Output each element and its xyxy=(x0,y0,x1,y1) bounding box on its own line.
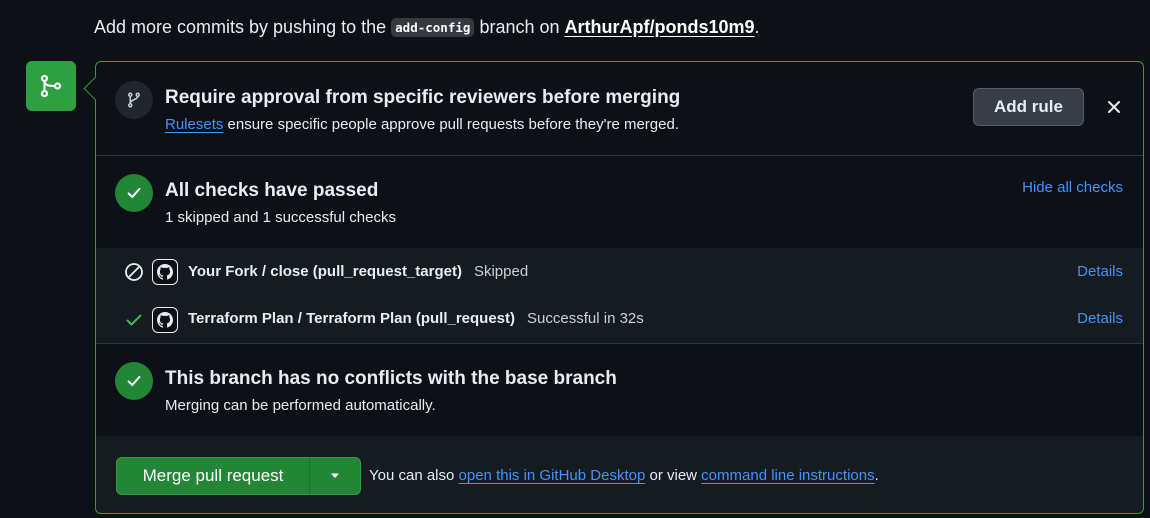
check-row: Terraform Plan / Terraform Plan (pull_re… xyxy=(96,295,1143,344)
github-icon xyxy=(152,259,178,285)
github-icon xyxy=(152,307,178,333)
branch-icon xyxy=(115,81,153,119)
hide-all-checks-link[interactable]: Hide all checks xyxy=(1022,179,1123,196)
check-status: Skipped xyxy=(473,263,529,280)
merge-alternatives-note: You can also open this in GitHub Desktop… xyxy=(369,467,879,484)
check-status: Successful in 32s xyxy=(527,310,644,327)
branch-name: add-config xyxy=(391,18,475,37)
checks-summary: 1 skipped and 1 successful checks xyxy=(165,209,396,226)
ruleset-title: Require approval from specific reviewers… xyxy=(165,87,681,108)
conflicts-description: Merging can be performed automatically. xyxy=(165,397,436,414)
merge-box: Require approval from specific reviewers… xyxy=(83,61,1144,514)
git-merge-icon xyxy=(26,61,76,111)
conflicts-title: This branch has no conflicts with the ba… xyxy=(165,368,617,389)
merge-options-dropdown[interactable] xyxy=(310,458,360,494)
check-circle-icon xyxy=(115,174,153,212)
ruleset-description: Rulesets ensure specific people approve … xyxy=(165,116,679,133)
check-circle-icon xyxy=(115,362,153,400)
checks-section: All checks have passed 1 skipped and 1 s… xyxy=(96,155,1143,249)
rulesets-link[interactable]: Rulesets xyxy=(165,116,223,133)
skipped-icon xyxy=(124,262,144,287)
merge-button-group: Merge pull request xyxy=(116,457,361,495)
check-row: Your Fork / close (pull_request_target) S… xyxy=(96,248,1143,296)
merge-section: Merge pull request You can also open thi… xyxy=(96,436,1143,513)
triangle-down-icon xyxy=(331,473,339,478)
merge-pull-request-button[interactable]: Merge pull request xyxy=(117,458,310,494)
ruleset-section: Require approval from specific reviewers… xyxy=(96,62,1143,156)
details-link[interactable]: Details xyxy=(1077,310,1123,327)
check-name: Terraform Plan / Terraform Plan (pull_re… xyxy=(188,310,516,327)
push-instructions: Add more commits by pushing to the add-c… xyxy=(94,17,760,37)
details-link[interactable]: Details xyxy=(1077,263,1123,280)
command-line-instructions-link[interactable]: command line instructions xyxy=(701,467,874,484)
conflicts-section: This branch has no conflicts with the ba… xyxy=(96,343,1143,437)
success-check-icon xyxy=(124,310,144,335)
open-in-desktop-link[interactable]: open this in GitHub Desktop xyxy=(459,467,646,484)
checks-title: All checks have passed xyxy=(165,180,379,201)
add-rule-button[interactable]: Add rule xyxy=(973,88,1084,126)
close-icon[interactable] xyxy=(1104,97,1124,117)
repo-link[interactable]: ArthurApf/ponds10m9 xyxy=(565,17,755,37)
check-name: Your Fork / close (pull_request_target) xyxy=(188,263,462,280)
